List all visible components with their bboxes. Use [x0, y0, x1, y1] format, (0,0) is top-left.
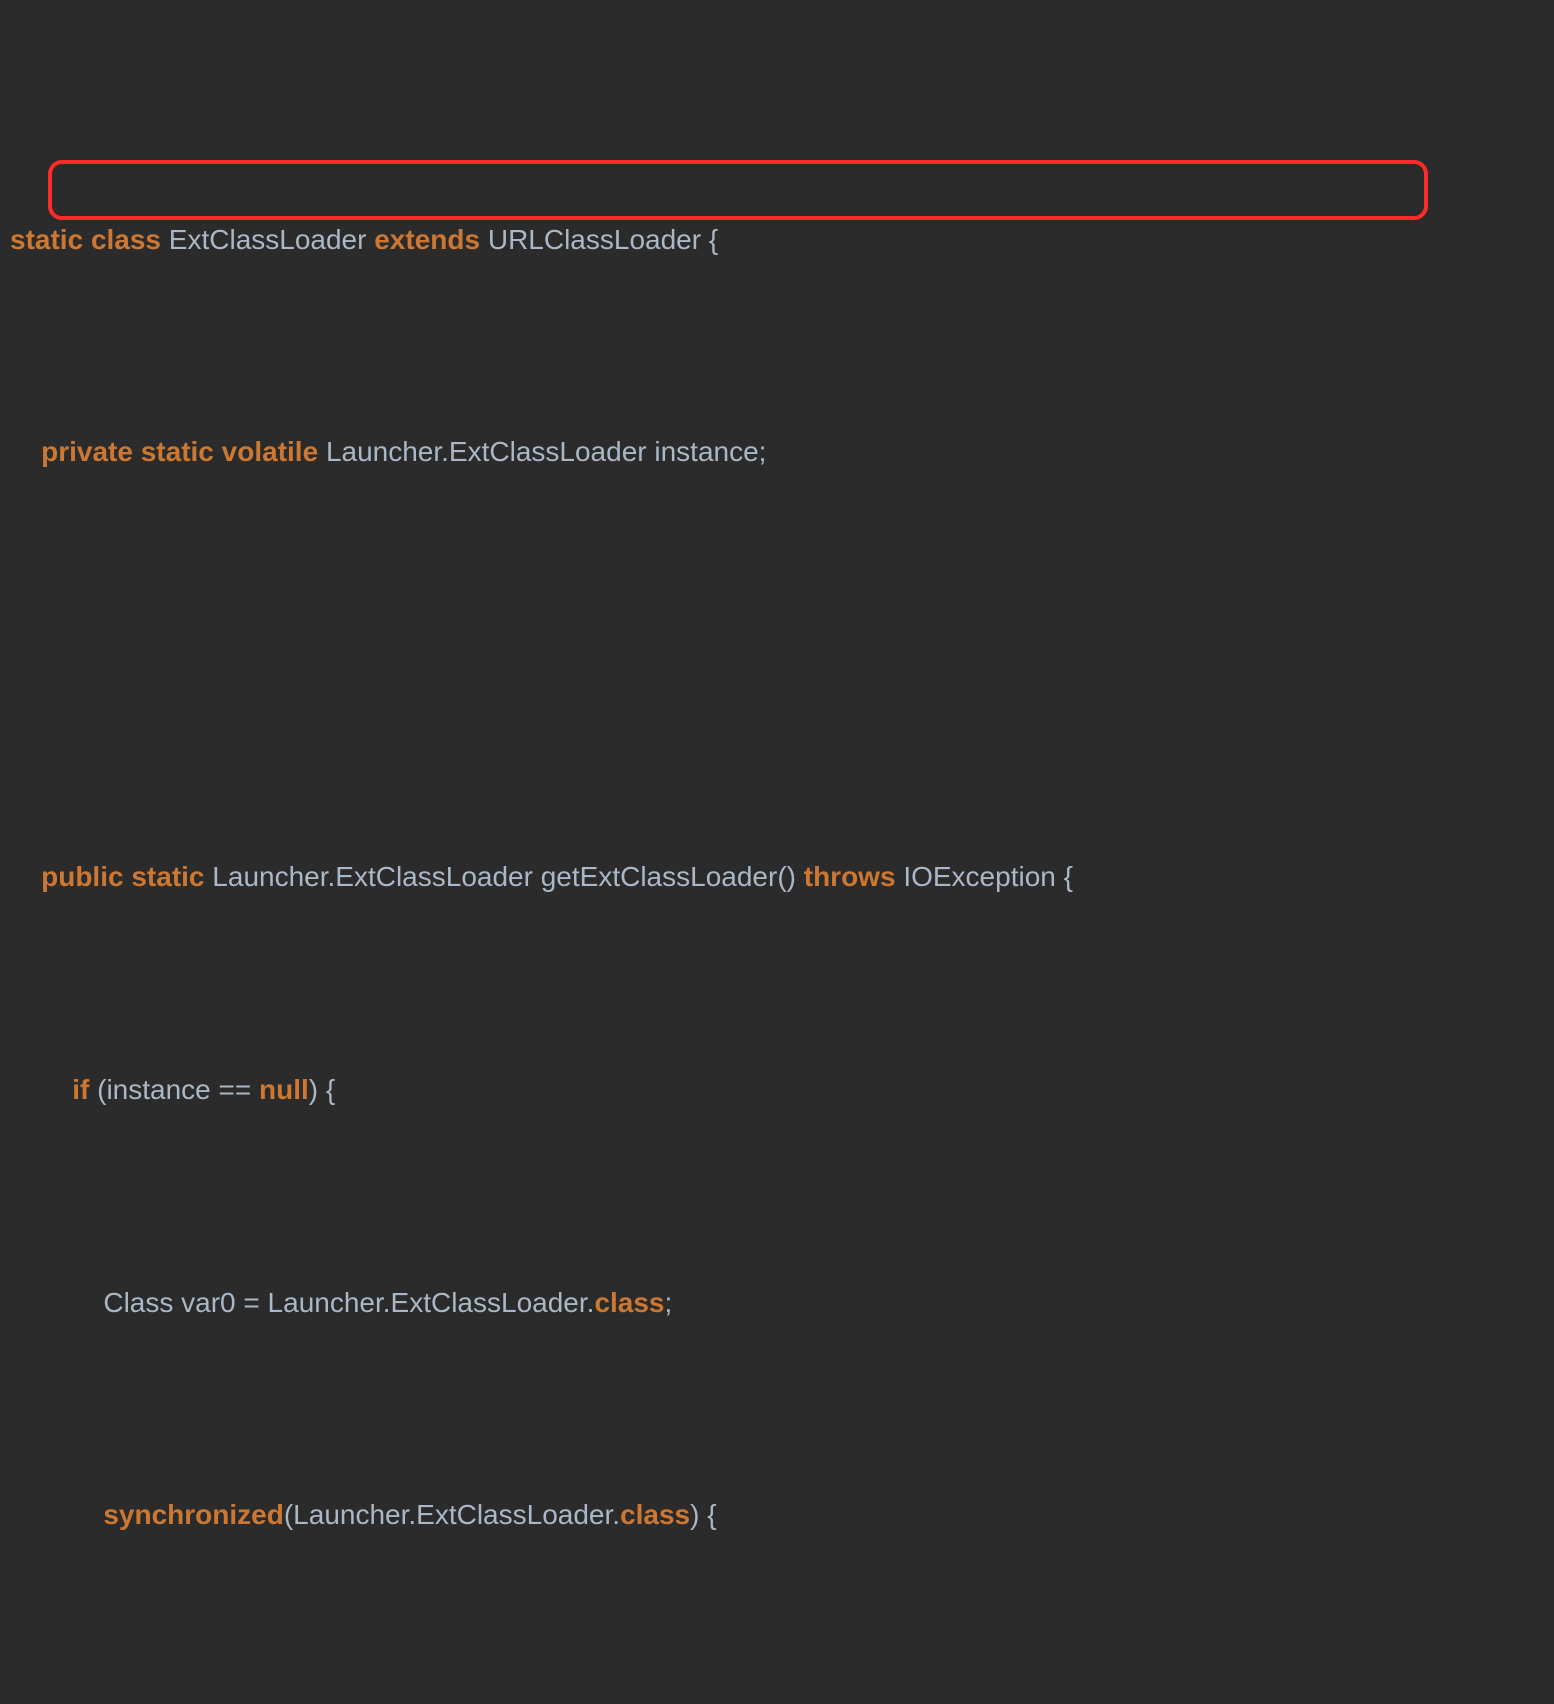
- keyword: if: [72, 1074, 89, 1105]
- keyword: private: [41, 436, 133, 467]
- code-line: static class ExtClassLoader extends URLC…: [0, 213, 1554, 266]
- keyword: static: [10, 224, 83, 255]
- keyword: class: [594, 1287, 664, 1318]
- code-line: private static volatile Launcher.ExtClas…: [0, 425, 1554, 478]
- keyword: class: [91, 224, 161, 255]
- highlight-box: [48, 160, 1428, 220]
- code-line: if (instance == null) {: [0, 1063, 1554, 1116]
- keyword: null: [259, 1074, 309, 1105]
- parent-class: URLClassLoader: [488, 224, 701, 255]
- brace: {: [709, 224, 718, 255]
- keyword: static: [131, 861, 204, 892]
- keyword: static: [141, 436, 214, 467]
- brace: ) {: [690, 1499, 716, 1530]
- keyword: class: [620, 1499, 690, 1530]
- type: Class: [103, 1287, 173, 1318]
- brace: ) {: [309, 1074, 335, 1105]
- semicolon: ;: [759, 436, 767, 467]
- exception-type: IOException: [903, 861, 1056, 892]
- field-name: instance: [654, 436, 758, 467]
- return-type: Launcher.ExtClassLoader: [212, 861, 533, 892]
- keyword: public: [41, 861, 123, 892]
- keyword: synchronized: [103, 1499, 283, 1530]
- code-line: if (instance == null) {: [0, 1701, 1554, 1704]
- expression: (instance ==: [97, 1074, 251, 1105]
- code-editor[interactable]: static class ExtClassLoader extends URLC…: [0, 0, 1554, 1704]
- code-line: Class var0 = Launcher.ExtClassLoader.cla…: [0, 1276, 1554, 1329]
- keyword: throws: [804, 861, 896, 892]
- code-line: synchronized(Launcher.ExtClassLoader.cla…: [0, 1488, 1554, 1541]
- code-line: public static Launcher.ExtClassLoader ge…: [0, 850, 1554, 903]
- brace: {: [1064, 861, 1073, 892]
- code-line: [0, 638, 1554, 691]
- expression: (Launcher.ExtClassLoader.: [284, 1499, 620, 1530]
- semicolon: ;: [665, 1287, 673, 1318]
- type: Launcher.ExtClassLoader: [326, 436, 647, 467]
- keyword: extends: [374, 224, 480, 255]
- keyword: volatile: [222, 436, 318, 467]
- variable: var0: [181, 1287, 235, 1318]
- operator: =: [243, 1287, 259, 1318]
- method-name: getExtClassLoader(): [541, 861, 796, 892]
- class-name: ExtClassLoader: [169, 224, 367, 255]
- expression: Launcher.ExtClassLoader.: [268, 1287, 595, 1318]
